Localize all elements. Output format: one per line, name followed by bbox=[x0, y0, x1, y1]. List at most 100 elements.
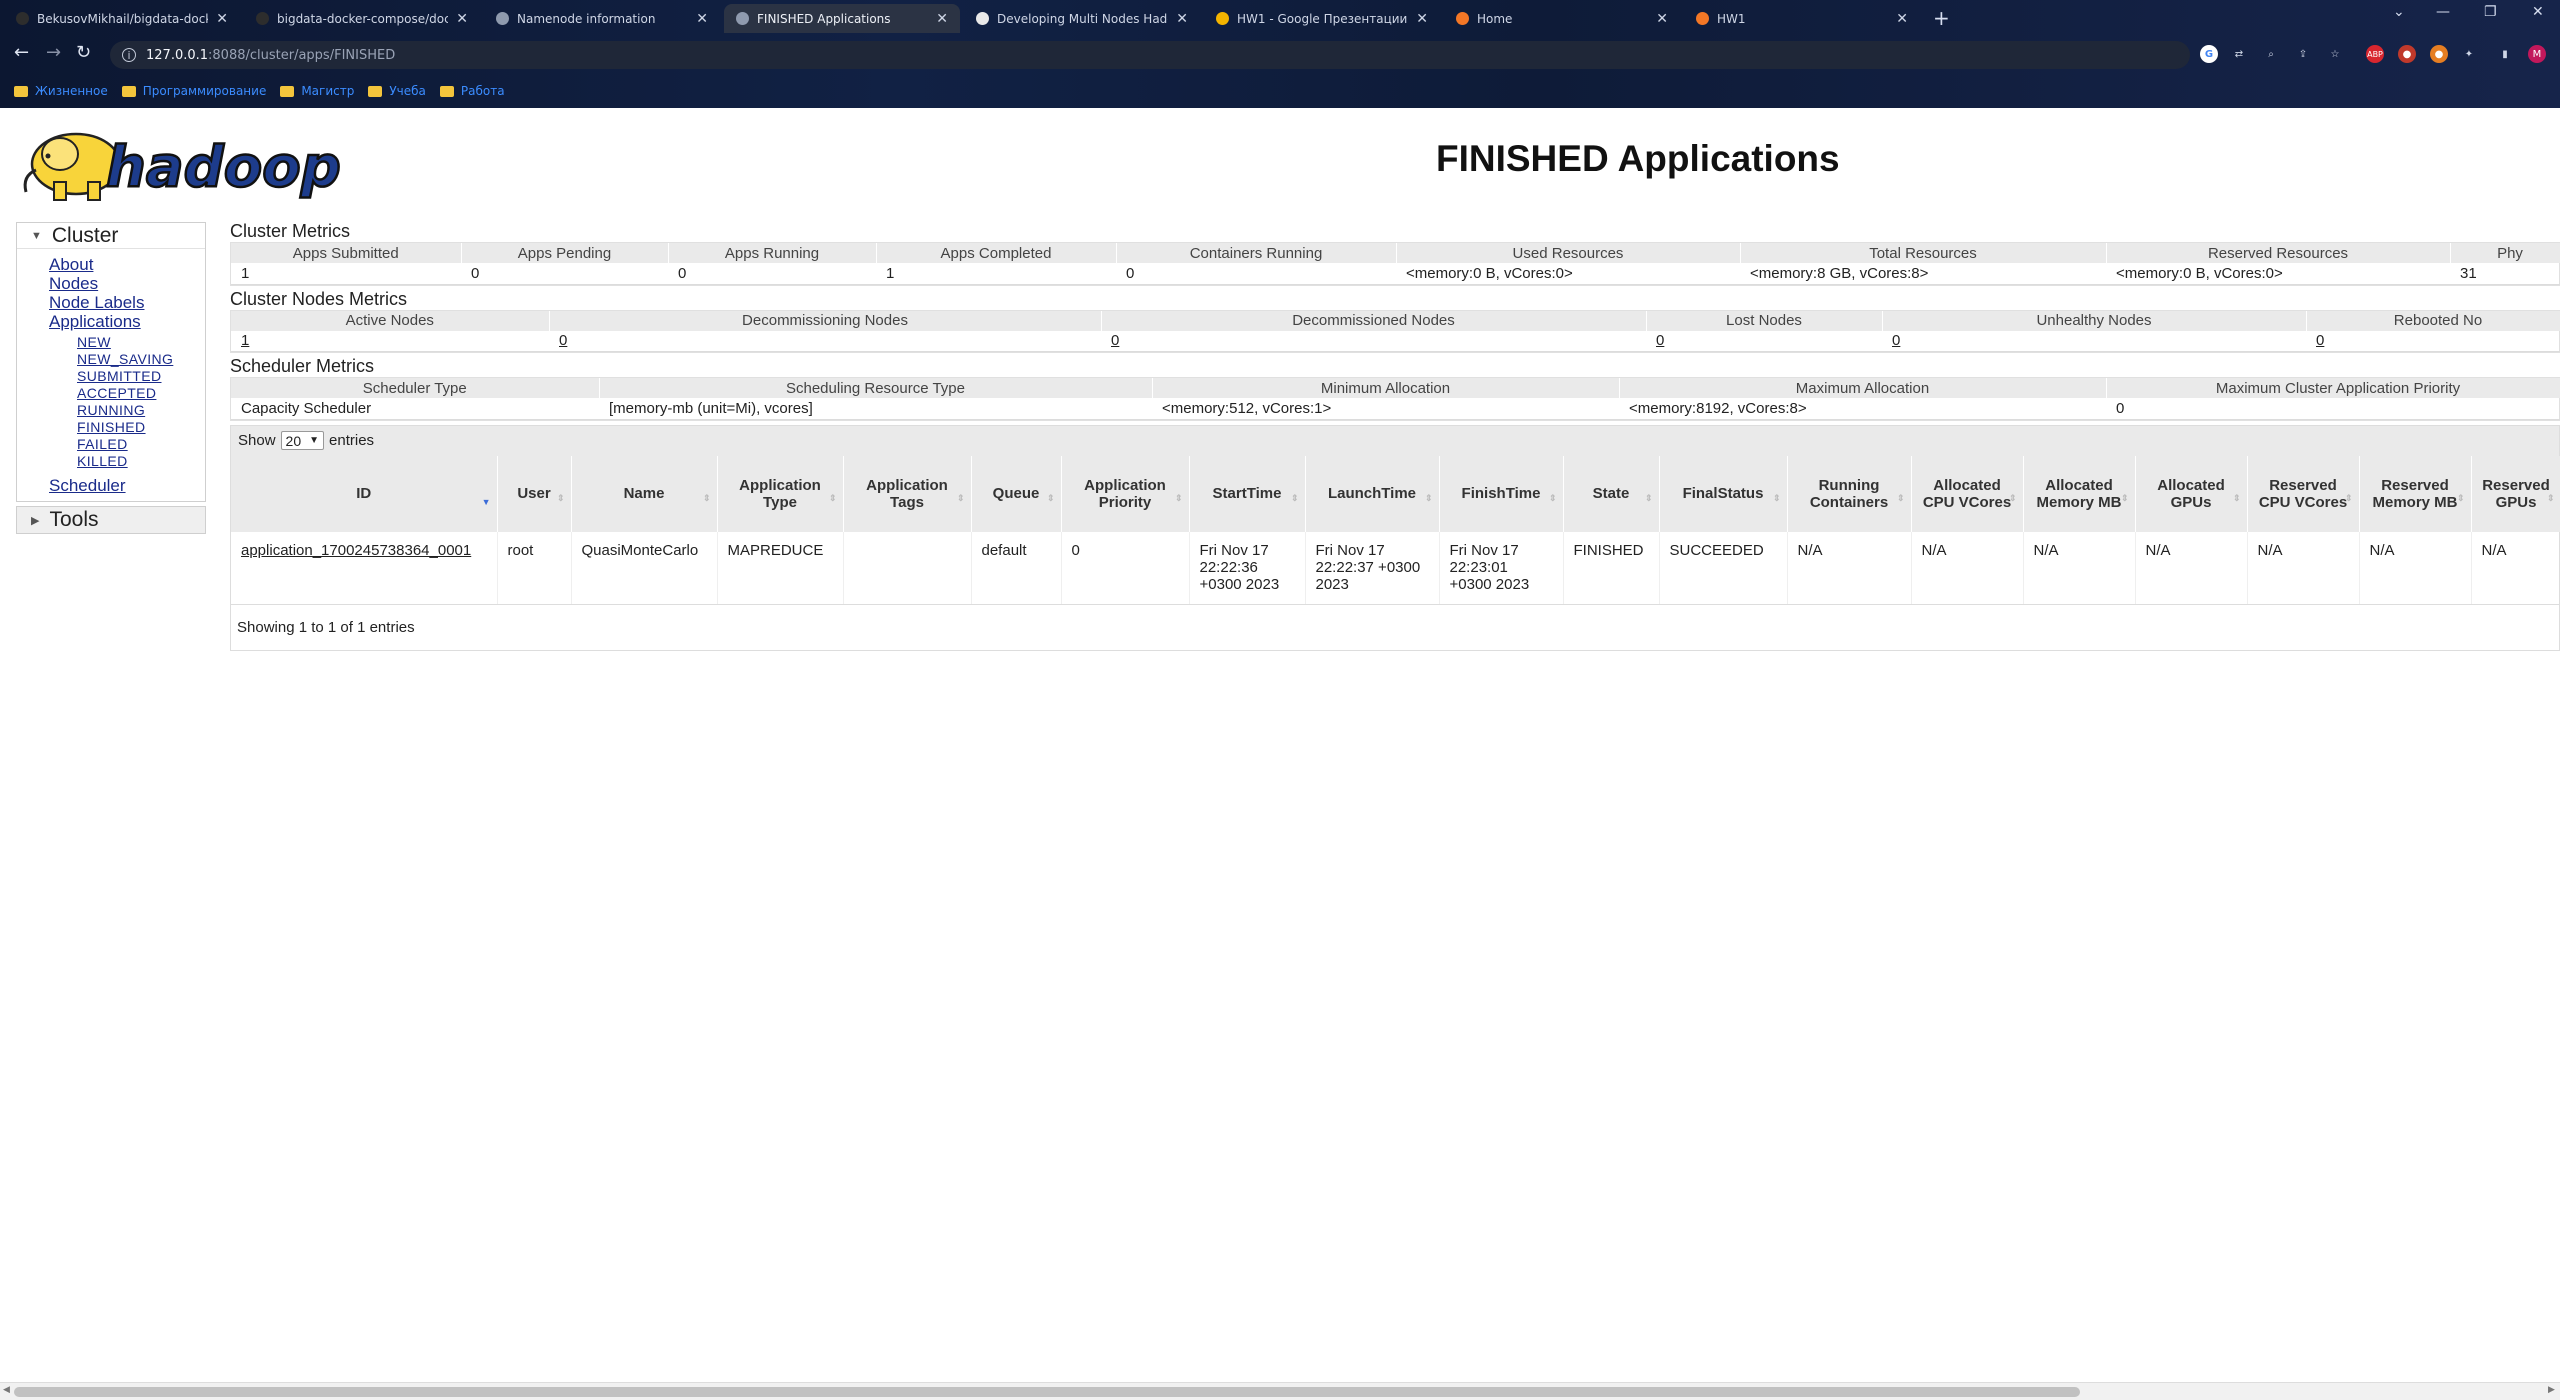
column-header-application-type[interactable]: Application Type ⇕ bbox=[717, 455, 844, 532]
browser-tab[interactable]: bigdata-docker-compose/docs ✕ bbox=[244, 4, 480, 33]
tab-close-icon[interactable]: ✕ bbox=[696, 11, 708, 27]
metric-value[interactable]: 1 bbox=[231, 330, 549, 352]
metric-value[interactable]: 0 bbox=[1101, 330, 1646, 352]
adblock-icon[interactable]: ABP bbox=[2366, 45, 2384, 63]
tab-close-icon[interactable]: ✕ bbox=[1176, 11, 1188, 27]
minimize-button[interactable]: — bbox=[2436, 4, 2450, 20]
reload-icon[interactable]: ↻ bbox=[76, 42, 91, 63]
metric-value[interactable]: 0 bbox=[1882, 330, 2306, 352]
column-header-user[interactable]: User ⇕ bbox=[497, 455, 572, 532]
scroll-left-icon[interactable]: ◀ bbox=[3, 1385, 10, 1395]
back-icon[interactable]: ← bbox=[14, 42, 29, 63]
browser-tab[interactable]: Developing Multi Nodes Hadoop ✕ bbox=[964, 4, 1200, 33]
new-tab-button[interactable]: + bbox=[1933, 6, 1950, 30]
column-header-finalstatus[interactable]: FinalStatus ⇕ bbox=[1659, 455, 1788, 532]
nav-state-new[interactable]: NEW bbox=[77, 334, 205, 351]
google-icon[interactable]: G bbox=[2200, 45, 2218, 63]
sort-icon: ⇕ bbox=[1424, 492, 1433, 503]
tab-favicon-icon bbox=[1696, 12, 1709, 25]
restore-button[interactable]: ❐ bbox=[2484, 4, 2497, 20]
nav-state-running[interactable]: RUNNING bbox=[77, 402, 205, 419]
nav-state-accepted[interactable]: ACCEPTED bbox=[77, 385, 205, 402]
bookmark-folder[interactable]: Жизненное bbox=[14, 84, 108, 98]
nav-state-finished[interactable]: FINISHED bbox=[77, 419, 205, 436]
metric-value[interactable]: 0 bbox=[1646, 330, 1882, 352]
column-header-reserved-gpus[interactable]: Reserved GPUs ⇕ bbox=[2471, 455, 2560, 532]
browser-tab[interactable]: BekusovMikhail/bigdata-docker ✕ bbox=[4, 4, 240, 33]
nav-state-submitted[interactable]: SUBMITTED bbox=[77, 368, 205, 385]
nav-state-failed[interactable]: FAILED bbox=[77, 436, 205, 453]
scrollbar-thumb[interactable] bbox=[14, 1387, 2080, 1397]
address-bar[interactable]: i 127.0.0.1:8088/cluster/apps/FINISHED bbox=[110, 41, 2190, 69]
side-panel-icon[interactable]: ▮ bbox=[2496, 45, 2514, 63]
nav-link-applications[interactable]: Applications bbox=[49, 312, 205, 331]
app-states-list: NEW NEW_SAVING SUBMITTED ACCEPTED RUNNING FIN… bbox=[49, 334, 205, 470]
zoom-icon[interactable]: ⌕ bbox=[2262, 45, 2280, 63]
column-header-allocated-cpu-vcores[interactable]: Allocated CPU VCores ⇕ bbox=[1911, 455, 2024, 532]
nav-state-killed[interactable]: KILLED bbox=[77, 453, 205, 470]
translate-icon[interactable]: ⇄ bbox=[2230, 45, 2248, 63]
column-header-launchtime[interactable]: LaunchTime ⇕ bbox=[1305, 455, 1440, 532]
browser-tab[interactable]: Namenode information ✕ bbox=[484, 4, 720, 33]
nav-link-node-labels[interactable]: Node Labels bbox=[49, 293, 205, 312]
application-id-link[interactable]: application_1700245738364_0001 bbox=[241, 542, 471, 559]
browser-tab[interactable]: FINISHED Applications ✕ bbox=[724, 4, 960, 33]
column-header-allocated-memory-mb[interactable]: Allocated Memory MB ⇕ bbox=[2023, 455, 2136, 532]
scroll-right-icon[interactable]: ▶ bbox=[2548, 1385, 2555, 1395]
tab-close-icon[interactable]: ✕ bbox=[456, 11, 468, 27]
tools-panel-header[interactable]: ▶ Tools bbox=[17, 507, 205, 533]
extensions-puzzle-icon[interactable]: ✦ bbox=[2460, 45, 2478, 63]
column-header-finishtime[interactable]: FinishTime ⇕ bbox=[1439, 455, 1564, 532]
column-header-allocated-gpus[interactable]: Allocated GPUs ⇕ bbox=[2135, 455, 2248, 532]
metric-value: 0 bbox=[668, 263, 876, 285]
table-cell: N/A bbox=[2247, 531, 2360, 604]
metric-value[interactable]: 0 bbox=[2306, 330, 2560, 352]
bookmark-folder[interactable]: Магистр bbox=[280, 84, 354, 98]
entries-select[interactable]: 20 ▼ bbox=[280, 431, 325, 450]
bookmark-folder[interactable]: Учеба bbox=[368, 84, 426, 98]
browser-tab[interactable]: HW1 ✕ bbox=[1684, 4, 1920, 33]
close-window-button[interactable]: ✕ bbox=[2532, 4, 2544, 20]
nav-link-about[interactable]: About bbox=[49, 255, 205, 274]
column-header-queue[interactable]: Queue ⇕ bbox=[971, 455, 1062, 532]
tab-close-icon[interactable]: ✕ bbox=[936, 11, 948, 27]
bookmark-folder[interactable]: Программирование bbox=[121, 84, 266, 98]
column-header-name[interactable]: Name ⇕ bbox=[571, 455, 718, 532]
extension-icon[interactable]: ● bbox=[2430, 45, 2448, 63]
nav-link-nodes[interactable]: Nodes bbox=[49, 274, 205, 293]
column-header-running-containers[interactable]: Running Containers ⇕ bbox=[1787, 455, 1912, 532]
tab-close-icon[interactable]: ✕ bbox=[216, 11, 228, 27]
table-cell bbox=[843, 531, 972, 604]
sort-icon: ⇕ bbox=[2232, 492, 2241, 503]
nav-state-new-saving[interactable]: NEW_SAVING bbox=[77, 351, 205, 368]
share-icon[interactable]: ⇪ bbox=[2294, 45, 2312, 63]
cluster-panel-header[interactable]: ▼ Cluster bbox=[17, 223, 205, 249]
horizontal-scrollbar[interactable]: ◀ ▶ bbox=[0, 1382, 2560, 1400]
tab-close-icon[interactable]: ✕ bbox=[1656, 11, 1668, 27]
column-header-starttime[interactable]: StartTime ⇕ bbox=[1189, 455, 1306, 532]
forward-icon[interactable]: → bbox=[46, 42, 61, 63]
column-header-reserved-memory-mb[interactable]: Reserved Memory MB ⇕ bbox=[2359, 455, 2472, 532]
metric-value[interactable]: 0 bbox=[549, 330, 1101, 352]
column-header-application-priority[interactable]: Application Priority ⇕ bbox=[1061, 455, 1190, 532]
column-header-id[interactable]: ID ▼ bbox=[231, 455, 498, 532]
column-header: Scheduling Resource Type bbox=[599, 378, 1153, 398]
metric-value: 1 bbox=[876, 263, 1116, 285]
sort-icon: ⇕ bbox=[1290, 492, 1299, 503]
profile-avatar[interactable]: M bbox=[2528, 45, 2546, 63]
browser-tab[interactable]: Home ✕ bbox=[1444, 4, 1680, 33]
tab-close-icon[interactable]: ✕ bbox=[1416, 11, 1428, 27]
bookmark-folder[interactable]: Работа bbox=[439, 84, 505, 98]
tab-close-icon[interactable]: ✕ bbox=[1896, 11, 1908, 27]
nav-link-scheduler[interactable]: Scheduler bbox=[49, 476, 205, 495]
column-header-reserved-cpu-vcores[interactable]: Reserved CPU VCores ⇕ bbox=[2247, 455, 2360, 532]
bookmark-star-icon[interactable]: ☆ bbox=[2326, 45, 2344, 63]
window-list-icon[interactable]: ⌄ bbox=[2393, 4, 2405, 20]
extension-icon[interactable]: ● bbox=[2398, 45, 2416, 63]
column-header-state[interactable]: State ⇕ bbox=[1563, 455, 1660, 532]
sort-icon: ⇕ bbox=[702, 492, 711, 503]
site-info-icon[interactable]: i bbox=[122, 48, 136, 62]
table-cell: root bbox=[497, 531, 572, 604]
browser-tab[interactable]: HW1 - Google Презентации ✕ bbox=[1204, 4, 1440, 33]
column-header-application-tags[interactable]: Application Tags ⇕ bbox=[843, 455, 972, 532]
